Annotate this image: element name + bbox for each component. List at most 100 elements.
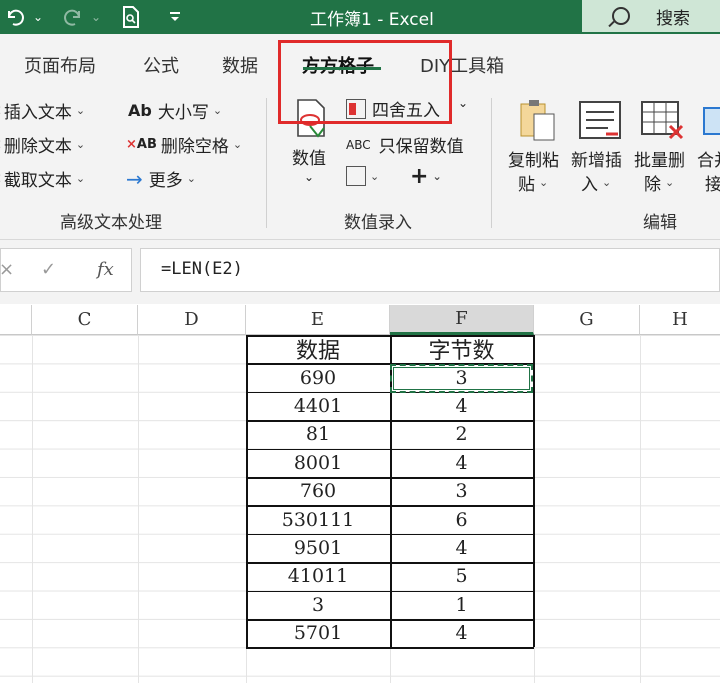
table-border xyxy=(246,335,248,648)
extract-text-icon: ɪ xyxy=(0,171,1,186)
insert-text-button[interactable]: ɪ 插入文本⌄ xyxy=(0,98,85,123)
redo-dropdown-icon[interactable]: ⌄ xyxy=(88,2,104,32)
table-header-cell[interactable]: 字节数 xyxy=(390,335,533,364)
group-label-edit: 编辑 xyxy=(643,213,677,233)
column-header-g[interactable]: G xyxy=(534,305,640,335)
merge-button[interactable]: 合并 xyxy=(697,146,720,171)
delete-text-label: 删除文本 xyxy=(3,137,72,157)
search-icon xyxy=(612,7,630,25)
table-cell[interactable]: 5 xyxy=(390,562,533,590)
keep-value-button[interactable]: ABC 只保留数值 xyxy=(346,132,464,157)
table-cell[interactable]: 3 xyxy=(246,591,390,619)
delete-spaces-icon: ×AB xyxy=(126,137,157,152)
highlight-box xyxy=(278,40,452,124)
batch-delete-button[interactable]: 批量删 xyxy=(634,146,685,171)
more-label: 更多 xyxy=(148,171,183,191)
group-separator xyxy=(491,98,492,228)
new-insert-label: 入 xyxy=(581,175,598,195)
arrow-right-icon: → xyxy=(126,166,143,191)
extract-text-label: 截取文本 xyxy=(3,171,72,191)
column-header-f[interactable]: F xyxy=(390,305,534,335)
column-header-e[interactable]: E xyxy=(246,305,390,335)
tab-formulas[interactable]: 公式 xyxy=(143,52,179,78)
batch-delete-button-line2[interactable]: 除 ⌄ xyxy=(644,170,674,195)
edit-cell-icon xyxy=(346,166,366,186)
table-cell[interactable]: 3 xyxy=(390,477,533,505)
column-header-d[interactable]: D xyxy=(138,305,246,335)
keep-value-label: 只保留数值 xyxy=(378,137,464,157)
search-label: 搜索 xyxy=(656,8,690,29)
table-cell[interactable]: 690 xyxy=(246,363,390,391)
undo-icon[interactable] xyxy=(2,2,28,32)
keep-value-icon: ABC xyxy=(346,137,371,152)
table-cell[interactable]: 530111 xyxy=(246,505,390,533)
tab-data[interactable]: 数据 xyxy=(222,52,258,78)
search-box[interactable]: 搜索 xyxy=(582,0,720,32)
table-cell[interactable]: 41011 xyxy=(246,562,390,590)
chevron-down-icon[interactable]: ⌄ xyxy=(458,96,468,110)
edit-cell-button[interactable]: ⌄ xyxy=(346,166,379,186)
copy-paste-label: 贴 xyxy=(518,175,535,195)
new-insert-icon xyxy=(578,100,622,144)
copy-paste-button-line2[interactable]: 贴 ⌄ xyxy=(518,170,548,195)
chevron-down-icon: ⌄ xyxy=(665,176,675,189)
insert-text-label: 插入文本 xyxy=(3,103,72,123)
numeric-button[interactable]: 数值 xyxy=(292,144,326,169)
fx-icon[interactable]: fx xyxy=(97,259,114,280)
formula-input[interactable]: =LEN(E2) xyxy=(140,248,720,292)
formula-bar: × ✓ fx =LEN(E2) xyxy=(0,240,720,304)
table-cell[interactable]: 4401 xyxy=(246,392,390,420)
grid-line xyxy=(32,335,33,683)
column-header-h[interactable]: H xyxy=(640,305,720,335)
chevron-down-icon: ⌄ xyxy=(602,176,612,189)
column-header-partial[interactable] xyxy=(0,305,32,335)
copy-paste-button[interactable]: 复制粘 xyxy=(508,146,559,171)
table-header-cell[interactable]: 数据 xyxy=(246,335,390,364)
table-cell[interactable]: 4 xyxy=(390,534,533,562)
merge-button-line2[interactable]: 接 xyxy=(705,170,720,195)
delete-text-button[interactable]: ɪ 删除文本⌄ xyxy=(0,132,85,157)
batch-delete-icon xyxy=(640,100,684,144)
table-cell[interactable]: 4 xyxy=(390,449,533,477)
delete-spaces-button[interactable]: ×AB 删除空格 ⌄ xyxy=(126,132,242,157)
case-label: 大小写 xyxy=(157,103,209,123)
plus-icon: + xyxy=(410,164,429,189)
table-cell[interactable]: 81 xyxy=(246,420,390,448)
case-button[interactable]: Ab 大小写 ⌄ xyxy=(128,98,222,123)
print-preview-icon[interactable] xyxy=(118,2,144,32)
customize-toolbar-icon[interactable] xyxy=(164,2,186,32)
undo-dropdown-icon[interactable]: ⌄ xyxy=(30,2,46,32)
chevron-down-icon: ⌄ xyxy=(75,104,86,117)
table-cell[interactable]: 9501 xyxy=(246,534,390,562)
redo-icon[interactable] xyxy=(60,2,86,32)
chevron-down-icon: ⌄ xyxy=(212,104,223,117)
table-cell[interactable]: 2 xyxy=(390,420,533,448)
table-cell[interactable]: 8001 xyxy=(246,449,390,477)
chevron-down-icon: ⌄ xyxy=(539,176,549,189)
new-insert-button-line2[interactable]: 入 ⌄ xyxy=(581,170,611,195)
table-cell[interactable]: 6 xyxy=(390,505,533,533)
delete-spaces-label: 删除空格 xyxy=(160,137,229,157)
cancel-icon[interactable]: × xyxy=(0,259,14,280)
chevron-down-icon[interactable]: ⌄ xyxy=(304,170,314,184)
batch-delete-label: 除 xyxy=(644,175,661,195)
tab-page-layout[interactable]: 页面布局 xyxy=(24,52,96,78)
confirm-icon[interactable]: ✓ xyxy=(41,259,56,280)
chevron-down-icon: ⌄ xyxy=(75,172,86,185)
extract-text-button[interactable]: ɪ 截取文本⌄ xyxy=(0,166,85,191)
formula-text: =LEN(E2) xyxy=(161,259,243,279)
insert-text-icon: ɪ xyxy=(0,103,1,118)
more-button[interactable]: → 更多 ⌄ xyxy=(126,166,196,192)
active-cell-f2[interactable] xyxy=(390,364,533,393)
table-cell[interactable]: 4 xyxy=(390,619,533,647)
table-cell[interactable]: 4 xyxy=(390,392,533,420)
add-button[interactable]: + ⌄ xyxy=(410,164,442,189)
delete-text-icon: ɪ xyxy=(0,137,1,152)
new-insert-button[interactable]: 新增插 xyxy=(571,146,622,171)
group-label-numeric-input: 数值录入 xyxy=(344,213,412,233)
column-header-c[interactable]: C xyxy=(32,305,138,335)
table-cell[interactable]: 760 xyxy=(246,477,390,505)
table-cell[interactable]: 5701 xyxy=(246,619,390,647)
merge-icon xyxy=(702,98,720,142)
table-cell[interactable]: 1 xyxy=(390,591,533,619)
